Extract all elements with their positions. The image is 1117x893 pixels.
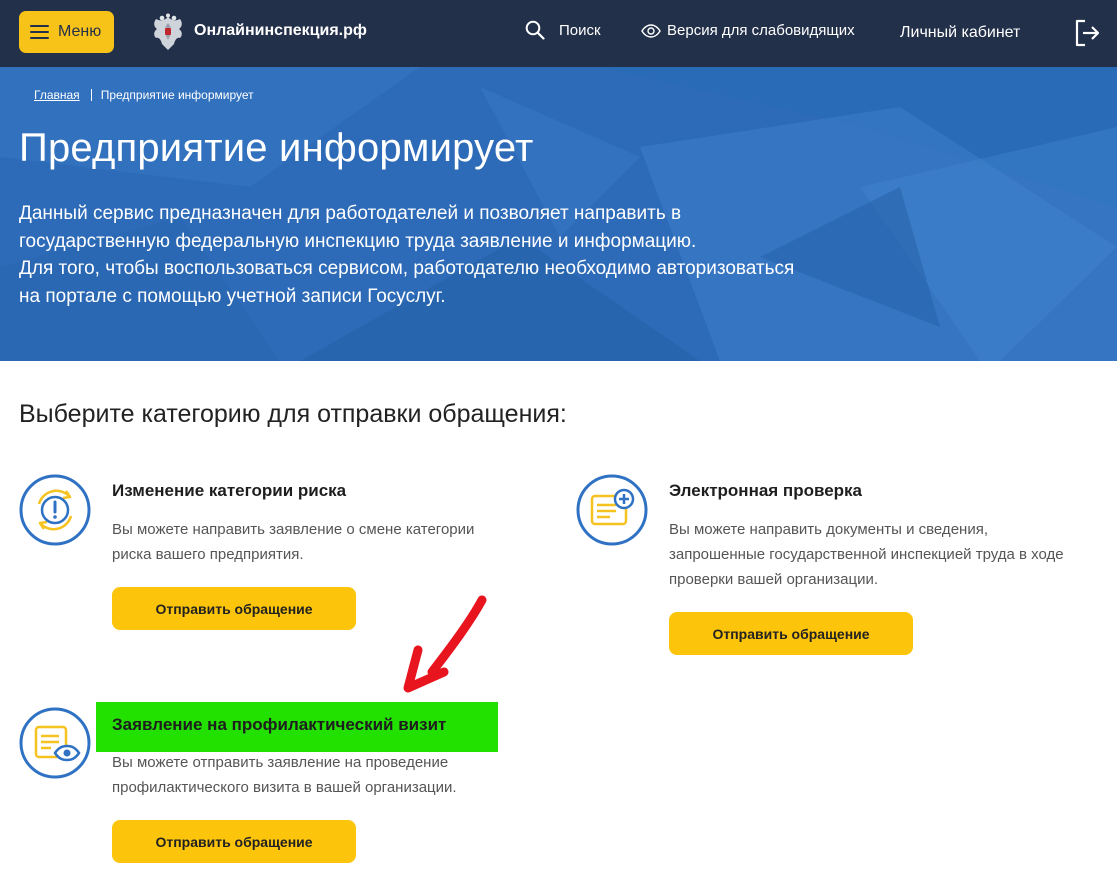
personal-account-link[interactable]: Личный кабинет [900,24,1020,42]
preventive-visit-icon [19,707,91,779]
low-vision-version-link[interactable]: Версия для слабовидящих [641,22,855,39]
section-title: Выберите категорию для отправки обращени… [19,400,567,428]
low-vision-version-label: Версия для слабовидящих [667,22,855,39]
site-name-link[interactable]: Онлайнинспекция.рф [194,22,367,40]
description-line: государственную федеральную инспекцию тр… [19,230,697,252]
hamburger-icon [30,25,49,39]
menu-button[interactable]: Меню [19,11,114,53]
card-description-line: риска вашего предприятия. [112,546,304,563]
menu-button-label: Меню [58,23,102,40]
top-navigation-bar: Меню Онлайнинспекция.рф Поиск Версия для… [0,0,1117,67]
search-link[interactable]: Поиск [525,20,601,40]
risk-category-icon [19,474,91,546]
card-description-preventive-visit: Вы можете отправить заявление на проведе… [112,750,542,800]
description-line: на портале с помощью учетной записи Госу… [19,285,446,307]
description-line: Данный сервис предназначен для работодат… [19,203,682,224]
card-description-line: профилактического визита в вашей организ… [112,779,457,796]
breadcrumb-current: Предприятие информирует [100,88,254,102]
card-description-line: Вы можете отправить заявление на проведе… [112,754,449,771]
card-description-line: проверки вашей организации. [669,571,879,588]
logout-icon[interactable] [1074,19,1100,47]
page-description: Данный сервис предназначен для работодат… [19,200,859,310]
card-description-electronic-inspection: Вы можете направить документы и сведения… [669,517,1109,592]
card-description-line: Вы можете направить заявление о смене ка… [112,521,475,538]
card-title-preventive-visit: Заявление на профилактический визит [112,715,447,734]
send-request-button-risk-category[interactable]: Отправить обращение [112,587,356,630]
card-description-risk-category: Вы можете направить заявление о смене ка… [112,517,542,567]
card-title-electronic-inspection: Электронная проверка [669,481,863,500]
send-request-button-electronic-inspection[interactable]: Отправить обращение [669,612,913,655]
card-description-line: запрошенные государственной инспекцией т… [669,546,1064,563]
electronic-inspection-icon [576,474,648,546]
coat-of-arms-logo-icon[interactable] [150,13,186,53]
eye-icon [641,23,661,38]
breadcrumb: Главная Предприятие информирует [34,88,254,102]
hero-banner: Главная Предприятие информирует Предприя… [0,67,1117,361]
red-annotation-arrow [403,595,487,693]
search-link-label: Поиск [559,21,601,39]
breadcrumb-home-link[interactable]: Главная [34,88,80,102]
card-description-line: Вы можете направить документы и сведения… [669,521,988,538]
description-line: Для того, чтобы воспользоваться сервисом… [19,258,795,279]
breadcrumb-separator [90,89,92,101]
page-title: Предприятие информирует [19,126,534,170]
send-request-button-preventive-visit[interactable]: Отправить обращение [112,820,356,863]
card-title-risk-category: Изменение категории риска [112,481,347,500]
search-icon [525,20,545,40]
